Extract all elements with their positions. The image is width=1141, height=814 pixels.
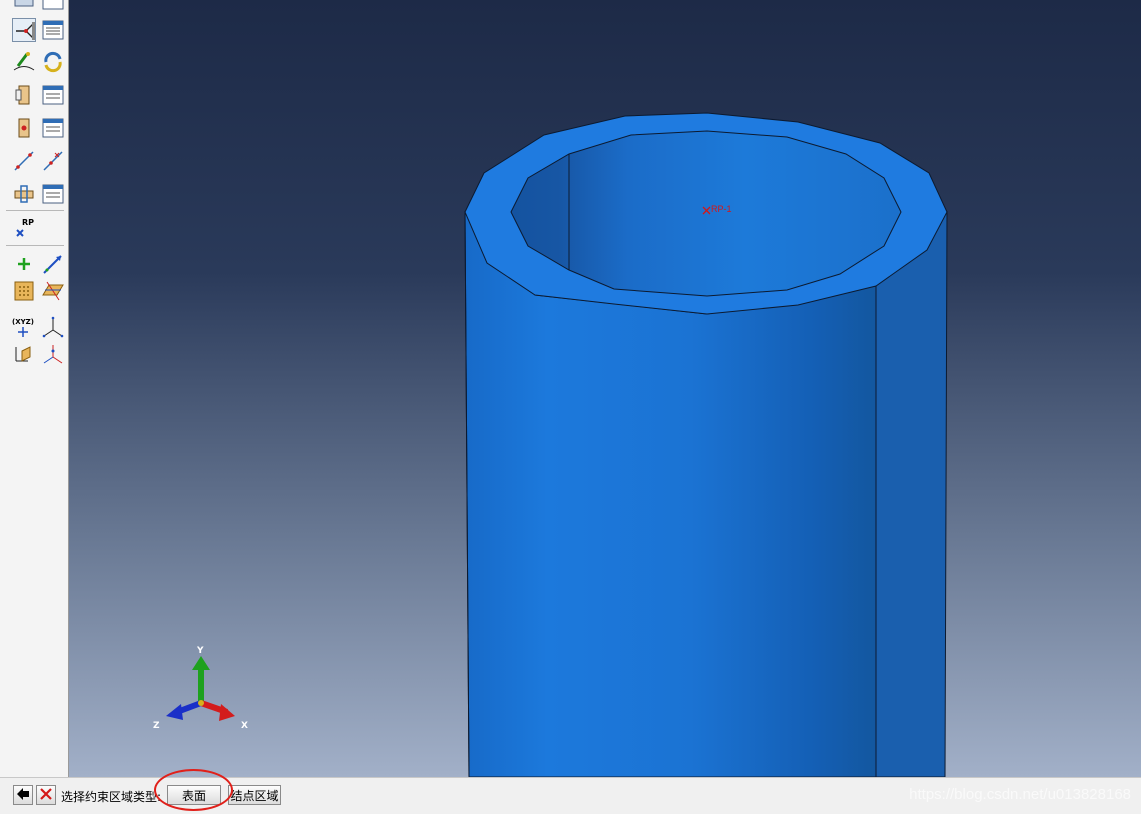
prompt-text: 选择约束区域类型: bbox=[61, 790, 162, 804]
csys-tool-label: (XYZ) bbox=[12, 318, 34, 326]
feature-manager-icon[interactable] bbox=[41, 182, 65, 206]
datum-csys-cylindrical-icon[interactable] bbox=[41, 343, 65, 367]
surface-option-button[interactable]: 表面 bbox=[167, 785, 221, 805]
triad-z-label: Z bbox=[153, 721, 160, 731]
create-connector-section-icon[interactable] bbox=[12, 83, 36, 107]
model-viewport[interactable]: RP-1 Y X Z bbox=[69, 0, 1141, 777]
close-icon bbox=[39, 787, 53, 804]
create-fastener-icon[interactable] bbox=[12, 50, 36, 74]
datum-plane-icon[interactable] bbox=[41, 279, 65, 303]
datum-point-icon[interactable] bbox=[12, 252, 36, 276]
triad-y-label: Y bbox=[196, 646, 204, 656]
back-button[interactable] bbox=[13, 785, 33, 805]
toolbox-separator bbox=[6, 245, 64, 246]
datum-csys-offset-icon[interactable] bbox=[12, 343, 36, 367]
section-manager-icon[interactable] bbox=[41, 83, 65, 107]
rp-tool-label: RP bbox=[22, 218, 34, 227]
part-manager-icon[interactable] bbox=[41, 0, 65, 12]
cancel-button[interactable] bbox=[36, 785, 56, 805]
assignment-manager-icon[interactable] bbox=[41, 116, 65, 140]
toolbox: RP (XYZ) bbox=[0, 0, 69, 777]
datum-csys-icon[interactable]: (XYZ) bbox=[12, 316, 36, 340]
node-region-option-button[interactable]: 结点区域 bbox=[228, 785, 281, 805]
toolbox-separator bbox=[6, 210, 64, 211]
create-constraint-icon[interactable] bbox=[12, 18, 36, 42]
datum-axis-icon[interactable] bbox=[41, 252, 65, 276]
model-canvas[interactable]: RP-1 Y X Z bbox=[69, 0, 1141, 777]
reference-point-icon[interactable]: RP bbox=[12, 216, 36, 240]
wire-edit-icon[interactable] bbox=[41, 149, 65, 173]
tube-part[interactable] bbox=[464, 112, 948, 777]
create-part-icon[interactable] bbox=[12, 0, 36, 12]
create-connector-assignment-icon[interactable] bbox=[12, 116, 36, 140]
create-engineering-feature-icon[interactable] bbox=[12, 182, 36, 206]
datum-csys-3points-icon[interactable] bbox=[41, 316, 65, 340]
reference-point-label: RP-1 bbox=[711, 204, 732, 214]
create-wire-icon[interactable] bbox=[12, 149, 36, 173]
constraint-manager-icon[interactable] bbox=[41, 18, 65, 42]
fastener-cycle-icon[interactable] bbox=[41, 50, 65, 74]
watermark: https://blog.csdn.net/u013828168 bbox=[909, 786, 1131, 803]
partition-face-icon[interactable] bbox=[12, 279, 36, 303]
prompt-area: 选择约束区域类型: 表面 结点区域 https://blog.csdn.net/… bbox=[0, 777, 1141, 814]
coordinate-triad: Y X Z bbox=[153, 646, 248, 731]
arrow-left-icon bbox=[16, 787, 30, 804]
triad-x-label: X bbox=[241, 721, 248, 731]
